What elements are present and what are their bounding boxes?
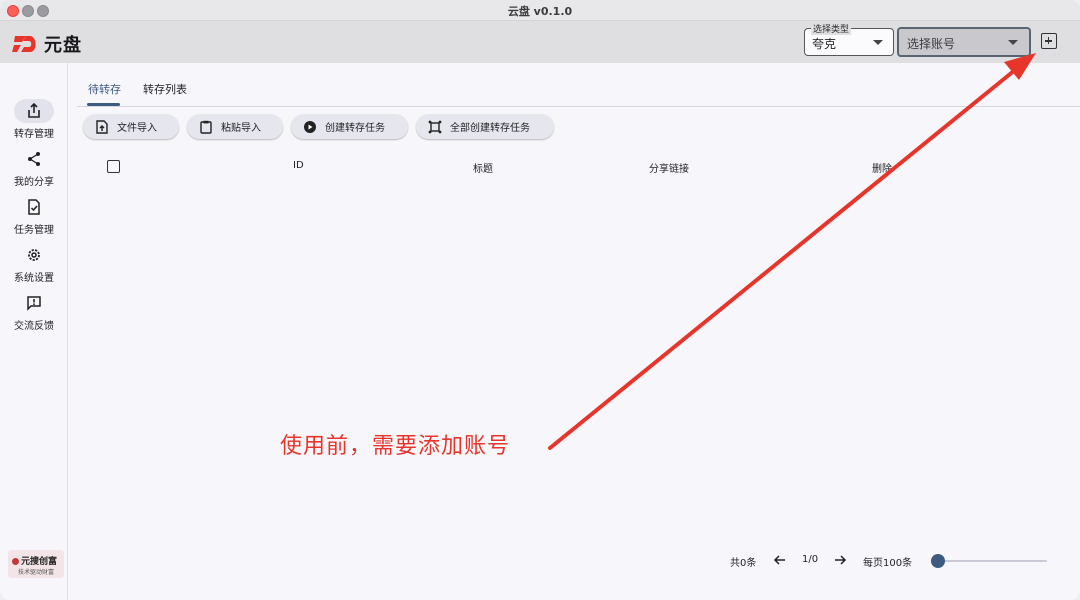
per-page-slider-thumb[interactable] xyxy=(931,554,945,568)
sidebar-item-label: 我的分享 xyxy=(14,177,54,188)
account-select-placeholder: 选择账号 xyxy=(907,37,956,51)
arrow-right-icon[interactable] xyxy=(833,553,847,567)
create-all-transfer-tasks-label: 全部创建转存任务 xyxy=(450,123,530,134)
type-select-legend: 选择类型 xyxy=(811,22,852,35)
gear-icon xyxy=(14,243,54,267)
logo-text: 元盘 xyxy=(44,35,82,56)
add-account-button[interactable] xyxy=(1041,33,1057,49)
share-upload-icon xyxy=(14,99,54,123)
create-transfer-task-label: 创建转存任务 xyxy=(325,123,385,134)
table-header: ID 标题 分享链接 删除 xyxy=(77,152,1080,182)
column-header-delete[interactable]: 删除 xyxy=(872,160,892,175)
column-header-share-link[interactable]: 分享链接 xyxy=(649,160,689,175)
arrow-left-icon[interactable] xyxy=(773,553,787,567)
select-all-checkbox[interactable] xyxy=(107,160,120,173)
create-all-transfer-tasks-button[interactable]: 全部创建转存任务 xyxy=(416,114,554,139)
paste-import-button[interactable]: 粘贴导入 xyxy=(187,114,283,139)
chevron-down-icon xyxy=(1008,40,1018,45)
file-import-button[interactable]: 文件导入 xyxy=(83,114,179,139)
task-check-icon xyxy=(14,195,54,219)
sidebar-item-settings[interactable]: 系统设置 xyxy=(0,243,68,289)
annotation-text: 使用前，需要添加账号 xyxy=(280,434,511,459)
create-transfer-task-button[interactable]: 创建转存任务 xyxy=(291,114,408,139)
clipboard-icon xyxy=(199,120,213,134)
play-circle-icon xyxy=(303,120,317,134)
pagination-bar: 共0条 1/0 每页100条 xyxy=(0,548,1080,574)
type-select-value: 夸克 xyxy=(812,37,837,51)
tab-transfer-list[interactable]: 转存列表 xyxy=(143,81,187,97)
logo-icon xyxy=(12,36,36,52)
app-logo: 元盘 xyxy=(12,31,82,57)
share-icon xyxy=(14,147,54,171)
window-title: 云盘 v0.1.0 xyxy=(507,5,573,18)
per-page-label: 每页100条 xyxy=(863,558,913,569)
feedback-icon xyxy=(14,291,54,315)
account-select[interactable]: 选择账号 xyxy=(897,27,1031,57)
page-indicator: 1/0 xyxy=(802,554,819,565)
title-bar: 云盘 v0.1.0 xyxy=(0,0,1080,21)
app-header: 元盘 选择类型 夸克 选择账号 xyxy=(0,21,1080,63)
tab-pending-transfer[interactable]: 待转存 xyxy=(88,81,121,97)
tab-bar: 待转存 转存列表 xyxy=(77,72,1080,107)
paste-import-label: 粘贴导入 xyxy=(221,123,261,134)
active-tab-indicator xyxy=(87,103,120,106)
select-all-icon xyxy=(428,120,442,134)
column-header-id[interactable]: ID xyxy=(293,160,304,171)
sidebar-item-tasks[interactable]: 任务管理 xyxy=(0,195,68,241)
total-count: 共0条 xyxy=(730,558,757,569)
chevron-down-icon xyxy=(873,40,883,45)
sidebar-item-transfer[interactable]: 转存管理 xyxy=(0,99,68,145)
file-upload-icon xyxy=(95,119,109,134)
type-select[interactable]: 选择类型 夸克 xyxy=(804,22,894,56)
per-page-slider-track[interactable] xyxy=(938,560,1047,562)
file-import-label: 文件导入 xyxy=(117,123,157,134)
sidebar-item-label: 任务管理 xyxy=(14,225,54,236)
plus-square-icon-stroke xyxy=(1047,37,1050,44)
sidebar-item-feedback[interactable]: 交流反馈 xyxy=(0,291,68,337)
sidebar-item-my-share[interactable]: 我的分享 xyxy=(0,147,68,193)
sidebar-item-label: 转存管理 xyxy=(14,129,54,140)
column-header-title[interactable]: 标题 xyxy=(473,160,493,175)
app-window: 云盘 v0.1.0 元盘 选择类型 夸克 选择账号 转存管理 我的分享 任务管理… xyxy=(0,0,1080,600)
sidebar: 转存管理 我的分享 任务管理 系统设置 交流反馈 元搜创富 技术驱动财富 xyxy=(0,63,68,600)
sidebar-item-label: 交流反馈 xyxy=(14,321,54,332)
sidebar-item-label: 系统设置 xyxy=(14,273,54,284)
